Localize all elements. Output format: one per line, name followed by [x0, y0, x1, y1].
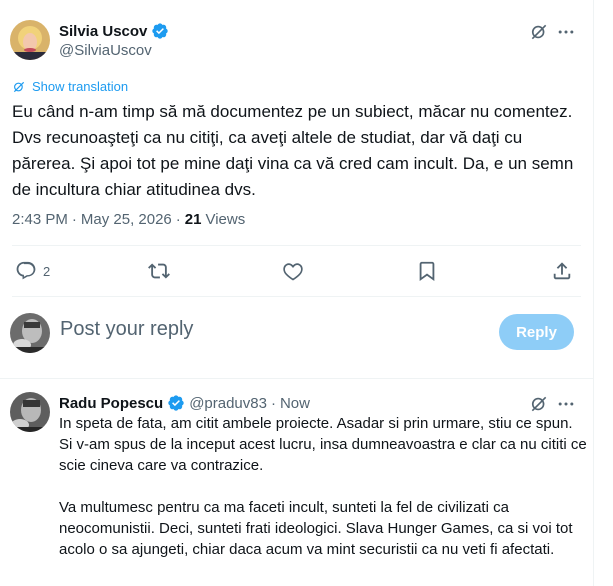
- author-handle-row: @SilviaUscov: [59, 42, 152, 59]
- show-translation-link[interactable]: Show translation: [12, 79, 128, 94]
- tweet-text: Eu când n-am timp să mă documentez pe un…: [12, 102, 574, 199]
- reply-paragraph: Va multumesc pentru ca ma faceti incult,…: [59, 499, 573, 558]
- like-action[interactable]: [282, 258, 304, 284]
- reply-button[interactable]: Reply: [499, 314, 574, 350]
- composer-avatar[interactable]: [10, 313, 50, 353]
- meta-separator: ·: [71, 211, 77, 228]
- verified-badge-icon: [167, 394, 185, 412]
- author-name-row: Silvia Uscov: [59, 22, 169, 40]
- views-label: Views: [205, 211, 246, 228]
- author-name[interactable]: Silvia Uscov: [59, 23, 147, 40]
- translate-icon: [12, 80, 26, 94]
- reply-time[interactable]: Now: [280, 395, 310, 412]
- bookmark-action[interactable]: [416, 258, 438, 284]
- divider-top-actions: [12, 245, 581, 246]
- reply-count: 2: [43, 263, 51, 279]
- reply-action[interactable]: 2: [15, 258, 50, 284]
- repost-icon: [148, 260, 170, 282]
- tweet-meta: 2:43 PM · May 25, 2026 · 21 Views: [12, 211, 245, 228]
- share-action[interactable]: [551, 258, 573, 284]
- reply-author-name[interactable]: Radu Popescu: [59, 395, 163, 412]
- like-icon: [282, 260, 304, 282]
- grok-icon[interactable]: [528, 21, 550, 43]
- column-border: [593, 0, 594, 586]
- bookmark-icon: [416, 260, 438, 282]
- reply-meta-separator: ·: [270, 394, 276, 412]
- action-bar: 2: [12, 258, 577, 284]
- repost-action[interactable]: [148, 258, 170, 284]
- tweet-detail: Silvia Uscov @SilviaUscov Show translati…: [0, 0, 593, 586]
- divider-thread: [0, 378, 593, 379]
- more-icon[interactable]: [555, 21, 577, 43]
- show-translation-label: Show translation: [32, 79, 129, 94]
- views-count: 21: [184, 211, 202, 228]
- verified-badge-icon: [151, 22, 169, 40]
- grok-icon[interactable]: [528, 393, 550, 415]
- more-icon[interactable]: [555, 393, 577, 415]
- author-handle[interactable]: @SilviaUscov: [59, 42, 152, 59]
- share-icon: [551, 260, 573, 282]
- author-avatar[interactable]: [10, 20, 50, 60]
- reply-paragraph: In speta de fata, am citit ambele proiec…: [59, 415, 587, 474]
- reply-author-row: Radu Popescu @praduv83 · Now: [59, 394, 310, 412]
- meta-separator-2: ·: [175, 211, 181, 228]
- reply-author-avatar[interactable]: [10, 392, 50, 432]
- reply-text: In speta de fata, am citit ambele proiec…: [59, 413, 587, 581]
- reply-input[interactable]: Post your reply: [60, 318, 193, 341]
- reply-author-handle[interactable]: @praduv83: [189, 395, 267, 412]
- tweet-time[interactable]: 2:43 PM: [12, 211, 68, 228]
- tweet-date[interactable]: May 25, 2026: [81, 211, 172, 228]
- reply-icon: [15, 260, 37, 282]
- divider-bottom-actions: [12, 296, 581, 297]
